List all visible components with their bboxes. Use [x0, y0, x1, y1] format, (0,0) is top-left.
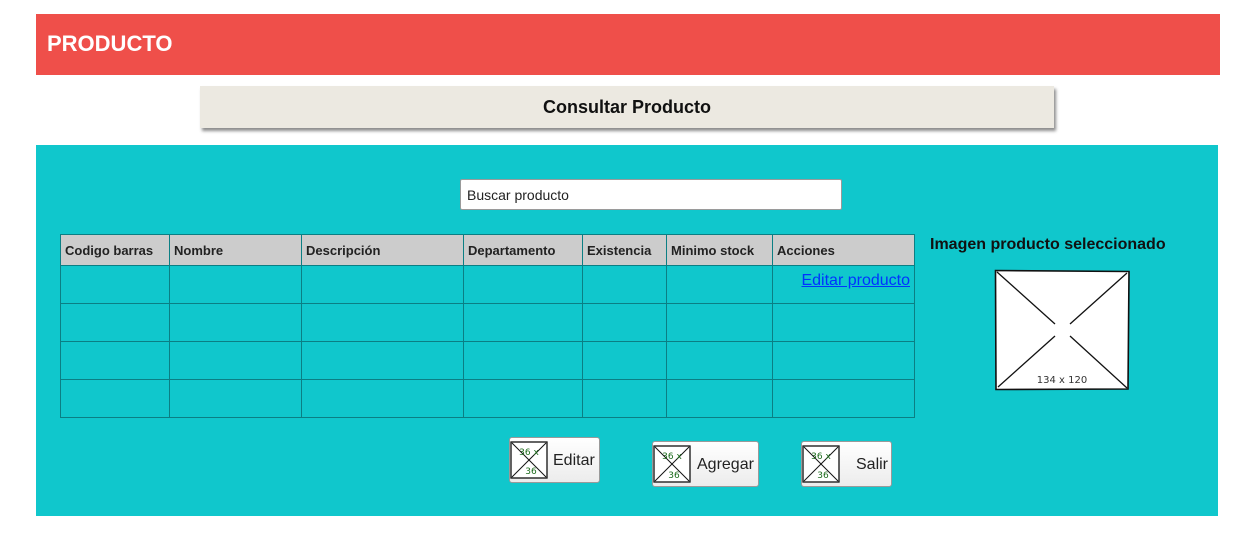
placeholder-image-icon: 36 x 36	[802, 445, 840, 483]
placeholder-size-text: 134 x 120	[1037, 375, 1087, 386]
column-header-minimo-stock: Minimo stock	[666, 234, 773, 266]
table-row[interactable]	[60, 379, 915, 418]
header-bar: PRODUCTO	[36, 14, 1220, 75]
table-cell	[666, 341, 773, 380]
table-cell	[60, 265, 170, 304]
exit-button[interactable]: 36 x 36 Salir	[801, 441, 892, 487]
column-header-existencia: Existencia	[582, 234, 667, 266]
table-cell	[169, 341, 302, 380]
column-header-departamento: Departamento	[463, 234, 583, 266]
search-input[interactable]	[460, 179, 842, 210]
column-header-descripcion: Descripción	[301, 234, 464, 266]
column-header-acciones: Acciones	[772, 234, 915, 266]
svg-text:36: 36	[668, 471, 680, 481]
svg-text:36 x: 36 x	[662, 452, 682, 462]
table-row[interactable]	[60, 303, 915, 342]
table-cell	[666, 265, 773, 304]
table-cell	[301, 379, 464, 418]
section-title-bar: Consultar Producto	[200, 86, 1054, 128]
svg-text:36 x: 36 x	[519, 448, 539, 458]
column-header-nombre: Nombre	[169, 234, 302, 266]
table-cell	[169, 265, 302, 304]
placeholder-image-icon: 36 x 36	[510, 441, 548, 479]
table-cell	[666, 379, 773, 418]
table-cell	[301, 341, 464, 380]
svg-text:36: 36	[817, 471, 829, 481]
table-cell	[169, 379, 302, 418]
table-cell	[169, 303, 302, 342]
table-header-row: Codigo barras Nombre Descripción Departa…	[60, 234, 915, 266]
add-button-label: Agregar	[697, 456, 754, 473]
page-title: PRODUCTO	[47, 31, 173, 56]
table-cell	[772, 379, 915, 418]
products-table: Codigo barras Nombre Descripción Departa…	[60, 234, 915, 418]
table-cell	[666, 303, 773, 342]
main-panel: Codigo barras Nombre Descripción Departa…	[36, 145, 1218, 516]
table-cell	[60, 379, 170, 418]
edit-button-label: Editar	[553, 452, 595, 469]
placeholder-image-icon: 36 x 36	[653, 445, 691, 483]
table-row[interactable]	[60, 341, 915, 380]
svg-text:36: 36	[525, 467, 537, 477]
table-cell	[463, 303, 583, 342]
column-header-codigo: Codigo barras	[60, 234, 170, 266]
selected-image-label: Imagen producto seleccionado	[930, 236, 1166, 253]
table-cell	[582, 265, 667, 304]
table-cell	[463, 379, 583, 418]
table-cell	[582, 341, 667, 380]
section-title: Consultar Producto	[542, 96, 711, 117]
table-cell	[772, 341, 915, 380]
edit-product-link[interactable]: Editar producto	[777, 272, 910, 290]
table-cell	[301, 303, 464, 342]
table-cell	[463, 265, 583, 304]
table-cell	[582, 303, 667, 342]
table-cell	[463, 341, 583, 380]
table-cell	[60, 341, 170, 380]
exit-button-label: Salir	[856, 456, 889, 473]
edit-button[interactable]: 36 x 36 Editar	[509, 437, 600, 483]
add-button[interactable]: 36 x 36 Agregar	[652, 441, 759, 487]
table-cell	[772, 303, 915, 342]
table-cell-actions: Editar producto	[772, 265, 915, 304]
table-cell	[301, 265, 464, 304]
table-cell	[582, 379, 667, 418]
svg-text:36 x: 36 x	[811, 452, 831, 462]
table-row[interactable]: Editar producto	[60, 265, 915, 304]
table-cell	[60, 303, 170, 342]
product-image-placeholder: 134 x 120	[994, 269, 1130, 391]
